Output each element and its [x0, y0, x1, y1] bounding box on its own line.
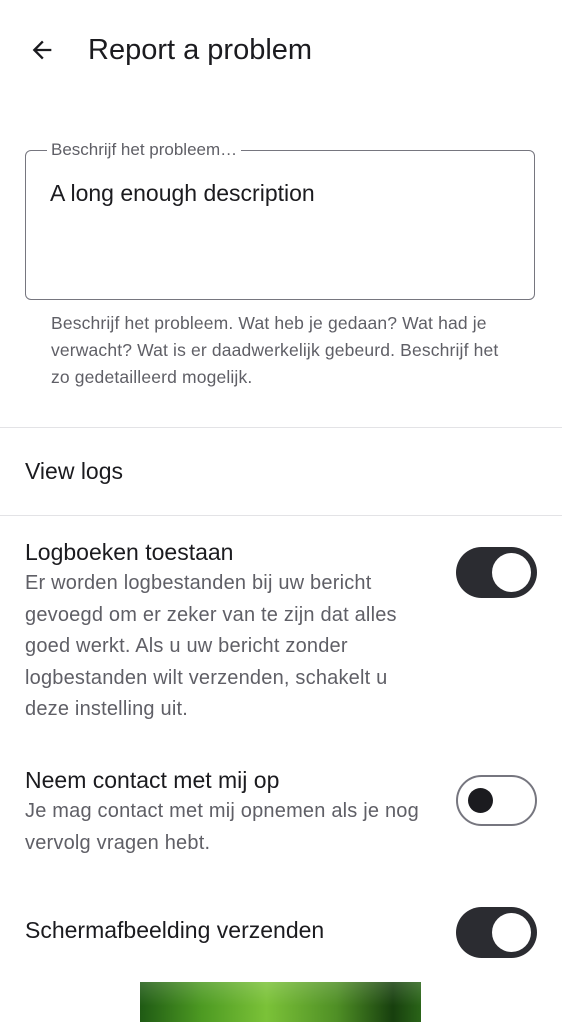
description-value[interactable]: A long enough description: [50, 178, 315, 208]
setting-contact-me[interactable]: Neem contact met mij op Je mag contact m…: [0, 763, 562, 863]
page-title: Report a problem: [88, 34, 313, 66]
setting-description: Je mag contact met mij opnemen als je no…: [25, 800, 419, 854]
switch-thumb: [492, 913, 531, 952]
switch-thumb: [468, 788, 493, 813]
setting-title: Logboeken toestaan: [25, 539, 234, 565]
allow-logs-switch[interactable]: [456, 547, 537, 598]
switch-thumb: [492, 553, 531, 592]
arrow-left-icon: [32, 40, 52, 60]
back-button[interactable]: [18, 26, 66, 74]
view-logs-item[interactable]: View logs: [0, 428, 562, 515]
top-app-bar: Report a problem: [0, 0, 562, 100]
divider: [0, 515, 562, 516]
setting-allow-logs[interactable]: Logboeken toestaan Er worden logbestande…: [0, 535, 562, 735]
setting-send-screenshot[interactable]: Schermafbeelding verzenden: [0, 907, 562, 967]
description-helper-text: Beschrijf het probleem. Wat heb je gedaa…: [51, 313, 499, 387]
setting-title: Schermafbeelding verzenden: [25, 917, 325, 943]
description-label: Beschrijf het probleem…: [47, 140, 242, 160]
send-screenshot-switch[interactable]: [456, 907, 537, 958]
setting-description: Er worden logbestanden bij uw bericht ge…: [25, 572, 397, 720]
description-input[interactable]: [25, 150, 535, 300]
view-logs-label: View logs: [25, 458, 124, 484]
setting-title: Neem contact met mij op: [25, 767, 280, 793]
screenshot-preview-image: [140, 982, 421, 1022]
contact-me-switch[interactable]: [456, 775, 537, 826]
